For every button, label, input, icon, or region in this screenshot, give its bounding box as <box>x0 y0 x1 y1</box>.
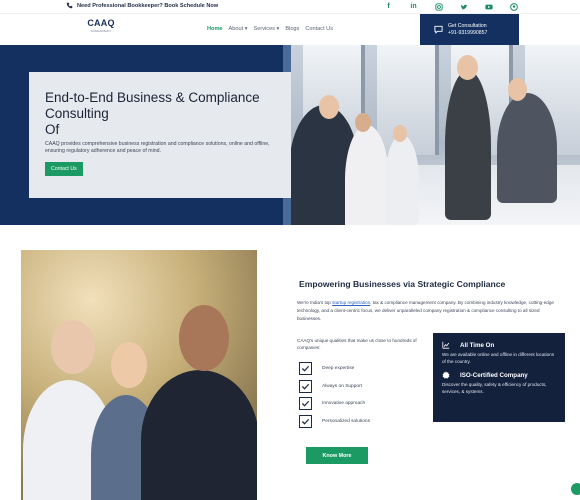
hero-title-line-2: Consulting <box>45 106 109 121</box>
hero-title-line-3: Of <box>45 122 60 137</box>
feature-iso-certified: ISO-Certified Company <box>442 371 555 379</box>
logo-subtext: CONSULTANCY <box>90 29 112 33</box>
qualities-intro: CAAQ's unique qualities that make us clo… <box>297 338 417 350</box>
contact-us-button[interactable]: Contact Us <box>45 162 83 176</box>
nav-home[interactable]: Home <box>207 26 223 32</box>
about-text: We're India's top startup registration, … <box>297 299 557 322</box>
schedule-text: Need Professional Bookkeeper? Book Sched… <box>77 2 219 9</box>
startup-registration-link[interactable]: startup registration <box>332 300 370 305</box>
list-item: Personalized solutions <box>299 413 370 431</box>
hero-description: CAAQ provides comprehensive business reg… <box>45 141 270 154</box>
checkmark-icon <box>299 397 312 411</box>
hero-title: End-to-End Business & Compliance Consult… <box>45 90 275 138</box>
checkmark-icon <box>299 379 312 393</box>
linkedin-icon[interactable]: in <box>409 2 418 11</box>
instagram-icon[interactable] <box>434 2 443 11</box>
quality-label: Always on Support <box>322 383 362 389</box>
badge-icon <box>442 371 450 379</box>
social-links: f in <box>384 2 518 11</box>
nav-contact[interactable]: Contact Us <box>305 26 333 32</box>
nav-services[interactable]: Services ▾ <box>254 26 280 32</box>
nav-blogs[interactable]: Blogs <box>285 26 299 32</box>
quality-label: Personalized solutions <box>322 418 370 424</box>
about-title: Empowering Businesses via Strategic Comp… <box>299 279 506 289</box>
main-header: CAAQ CONSULTANCY Home About ▾ Services ▾… <box>0 14 580 45</box>
qualities-list: Deep expertise Always on Support Innovat… <box>299 360 370 430</box>
facebook-icon[interactable]: f <box>384 2 393 11</box>
logo[interactable]: CAAQ CONSULTANCY <box>84 18 118 40</box>
team-photo <box>21 250 257 500</box>
feature-description: Discover the quality, safety & efficienc… <box>442 382 547 394</box>
know-more-button[interactable]: Know More <box>306 447 368 464</box>
quality-label: Innovative approach <box>322 401 366 407</box>
youtube-icon[interactable] <box>484 2 493 11</box>
list-item: Always on Support <box>299 378 370 396</box>
quality-label: Deep expertise <box>322 366 355 372</box>
chat-bubble-icon <box>434 25 443 34</box>
nav-about[interactable]: About ▾ <box>229 26 248 32</box>
feature-description: We are available online and offline in d… <box>442 352 555 364</box>
pinterest-icon[interactable] <box>509 2 518 11</box>
about-text-start: We're India's top <box>297 300 333 305</box>
schedule-link[interactable]: Need Professional Bookkeeper? Book Sched… <box>66 2 218 9</box>
features-card: All Time On We are available online and … <box>433 333 565 422</box>
hero-section: End-to-End Business & Compliance Consult… <box>0 45 580 225</box>
hero-title-line-1: End-to-End Business & Compliance <box>45 90 260 105</box>
chart-icon <box>442 341 450 349</box>
logo-text: CAAQ <box>87 18 115 28</box>
get-consultation-button[interactable]: Get Consultation +91-9319990857 <box>420 14 519 45</box>
whatsapp-chat-icon[interactable] <box>571 483 580 495</box>
main-nav: Home About ▾ Services ▾ Blogs Contact Us <box>207 26 333 32</box>
list-item: Innovative approach <box>299 395 370 413</box>
checkmark-icon <box>299 362 312 376</box>
feature-title: All Time On <box>460 341 495 349</box>
twitter-icon[interactable] <box>459 2 468 11</box>
checkmark-icon <box>299 414 312 428</box>
list-item: Deep expertise <box>299 360 370 378</box>
feature-title: ISO-Certified Company <box>460 371 528 379</box>
top-bar: Need Professional Bookkeeper? Book Sched… <box>0 0 580 14</box>
consult-label: Get Consultation <box>448 22 487 29</box>
phone-icon <box>66 2 73 9</box>
hero-image <box>285 45 580 225</box>
feature-all-time-on: All Time On <box>442 341 555 349</box>
consult-phone: +91-9319990857 <box>448 29 488 36</box>
hero-card: End-to-End Business & Compliance Consult… <box>29 72 291 198</box>
